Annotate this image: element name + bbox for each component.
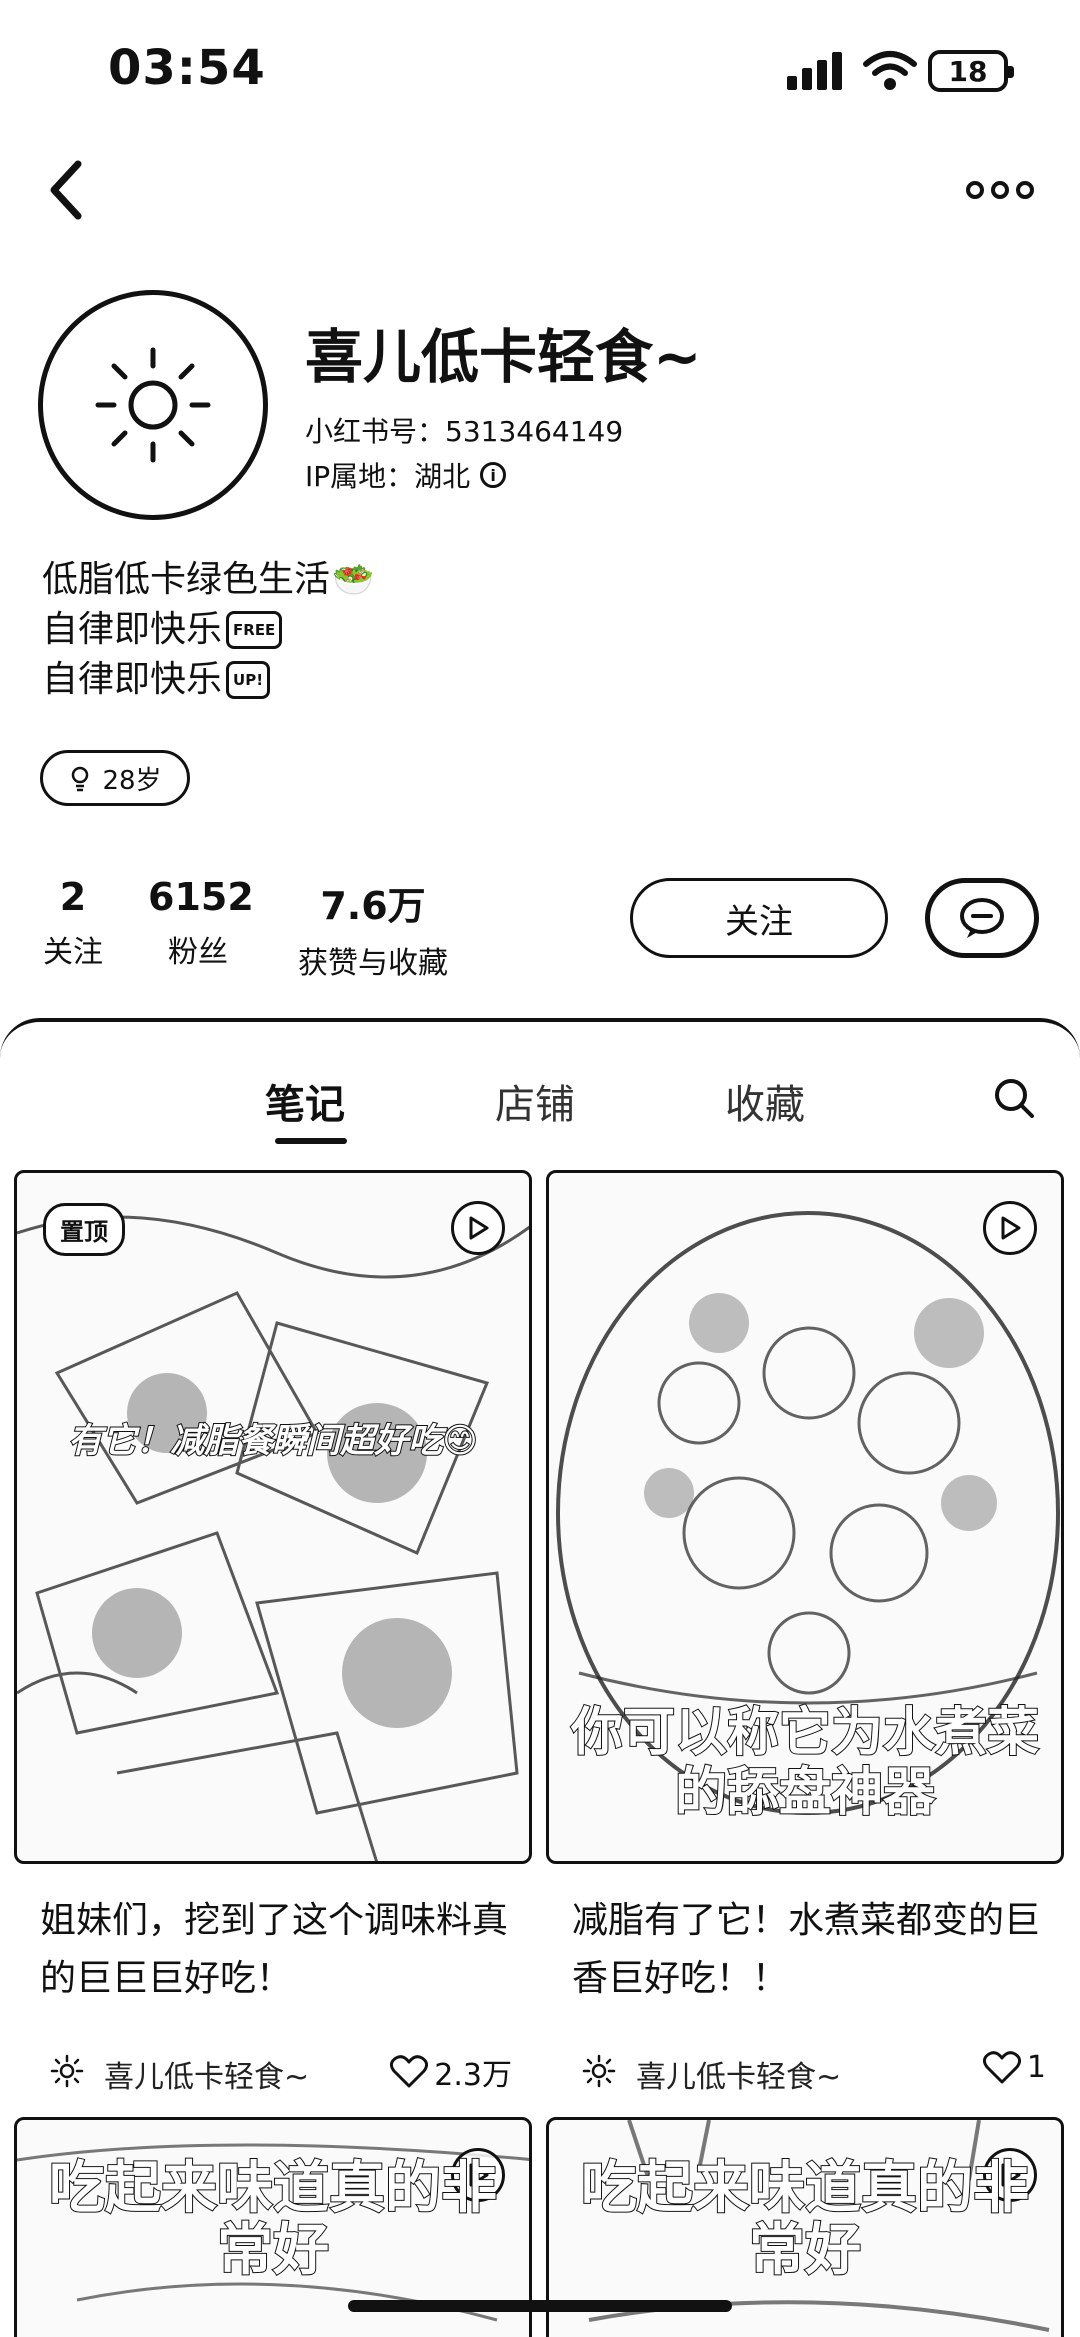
- tab-collect[interactable]: 收藏: [725, 1072, 805, 1130]
- author-avatar-icon[interactable]: [582, 2054, 616, 2088]
- chat-icon: [960, 898, 1004, 938]
- following-label: 关注: [43, 935, 103, 970]
- info-icon[interactable]: i: [480, 462, 507, 488]
- note-card[interactable]: 置顶 有它！减脂餐瞬间超好吃😊 姐妹们，挖到了这个调味料真的巨巨巨好吃！ 喜儿低…: [14, 1170, 532, 2096]
- tab-shop[interactable]: 店铺: [495, 1072, 575, 1130]
- profile-name: 喜儿低卡轻食~: [305, 323, 702, 391]
- note-meta: 喜儿低卡轻食~ 1: [546, 2048, 1064, 2096]
- cover-overlay-text: 有它！减脂餐瞬间超好吃😊: [67, 1420, 478, 1462]
- status-bar: 03:54 18: [0, 0, 1080, 140]
- fans-count: 6152: [148, 875, 254, 919]
- back-button[interactable]: [36, 150, 96, 230]
- home-indicator[interactable]: [348, 2300, 732, 2312]
- note-title[interactable]: 减脂有了它！水煮菜都变的巨香巨好吃！！: [546, 1892, 1064, 2012]
- message-button[interactable]: [925, 878, 1039, 958]
- fans-label: 粉丝: [168, 935, 228, 970]
- likes-label: 获赞与收藏: [298, 946, 448, 981]
- likes-count: 7.6万: [320, 884, 426, 928]
- up-badge-icon: UP!: [226, 661, 271, 699]
- follow-label: 关注: [725, 901, 793, 942]
- note-meta: 喜儿低卡轻食~ 2.3万: [14, 2048, 532, 2096]
- video-play-icon: [983, 1201, 1037, 1255]
- ip-location-text: IP属地：湖北: [305, 460, 471, 493]
- active-tab-indicator: [275, 1138, 347, 1144]
- note-card[interactable]: 你可以称它为水煮菜的舔盘神器 减脂有了它！水煮菜都变的巨香巨好吃！！ 喜儿低卡轻…: [546, 1170, 1064, 2096]
- profile-tabs: 笔记 店铺 收藏: [0, 1052, 1080, 1144]
- profile-bio: 低脂低卡绿色生活 🥗 自律即快乐 FREE 自律即快乐 UP!: [42, 555, 374, 705]
- following-count: 2: [59, 875, 87, 919]
- stat-fans[interactable]: 6152 粉丝: [148, 875, 254, 971]
- like-button[interactable]: 1: [982, 2050, 1046, 2085]
- lightbulb-icon: [72, 766, 89, 792]
- bio-line: 低脂低卡绿色生活 🥗: [42, 555, 374, 605]
- like-count: 1: [1026, 2050, 1046, 2085]
- note-title[interactable]: 姐妹们，挖到了这个调味料真的巨巨巨好吃！: [14, 1892, 532, 2012]
- age-text: 28岁: [102, 765, 162, 796]
- profile-ip-location: IP属地：湖北 i: [305, 455, 507, 495]
- like-count: 2.3万: [434, 2058, 512, 2093]
- search-icon[interactable]: [990, 1074, 1040, 1124]
- tab-notes[interactable]: 笔记: [265, 1072, 345, 1130]
- stat-following[interactable]: 2 关注: [38, 875, 108, 971]
- profile-xhs-id[interactable]: 小红书号：5313464149: [305, 410, 623, 450]
- avatar[interactable]: [38, 290, 268, 520]
- battery-level: 18: [948, 54, 988, 88]
- bio-text: 低脂低卡绿色生活: [42, 559, 331, 600]
- note-author[interactable]: 喜儿低卡轻食~: [636, 2052, 841, 2096]
- cover-overlay-text: 吃起来味道真的非常好: [580, 2156, 1030, 2283]
- free-badge-icon: FREE: [226, 611, 283, 649]
- status-time: 03:54: [108, 40, 266, 96]
- more-options-button[interactable]: [965, 170, 1035, 210]
- note-cover-image[interactable]: 置顶 有它！减脂餐瞬间超好吃😊: [14, 1170, 532, 1864]
- author-avatar-icon[interactable]: [50, 2054, 84, 2088]
- bio-text: 自律即快乐: [42, 659, 223, 700]
- salad-emoji-icon: 🥗: [332, 560, 375, 600]
- sun-icon: [95, 347, 211, 463]
- notes-panel: 笔记 店铺 收藏 置顶 有它！减脂餐瞬间超好吃😊 姐妹们，挖到了这个调味料真的巨…: [0, 1018, 1080, 2337]
- bio-line: 自律即快乐 FREE: [42, 605, 374, 655]
- food-sketch-image: [17, 1215, 529, 1861]
- note-author[interactable]: 喜儿低卡轻食~: [104, 2052, 309, 2096]
- video-play-icon: [451, 1201, 505, 1255]
- follow-button[interactable]: 关注: [630, 878, 888, 958]
- bio-line: 自律即快乐 UP!: [42, 655, 374, 705]
- cover-overlay-text: 吃起来味道真的非常好: [48, 2156, 498, 2283]
- heart-icon: [390, 2055, 429, 2088]
- battery-icon: 18: [928, 50, 1014, 92]
- wifi-icon: [863, 51, 917, 90]
- heart-icon: [982, 2050, 1021, 2083]
- cover-overlay-text: 你可以称它为水煮菜的舔盘神器: [570, 1702, 1040, 1824]
- note-cover-image[interactable]: 你可以称它为水煮菜的舔盘神器: [546, 1170, 1064, 1864]
- age-tag: 28岁: [40, 750, 190, 806]
- like-button[interactable]: 2.3万: [390, 2050, 512, 2094]
- pinned-badge: 置顶: [43, 1203, 125, 1256]
- signal-icon: [787, 52, 842, 90]
- bio-text: 自律即快乐: [42, 609, 223, 650]
- stat-likes[interactable]: 7.6万 获赞与收藏: [288, 875, 458, 982]
